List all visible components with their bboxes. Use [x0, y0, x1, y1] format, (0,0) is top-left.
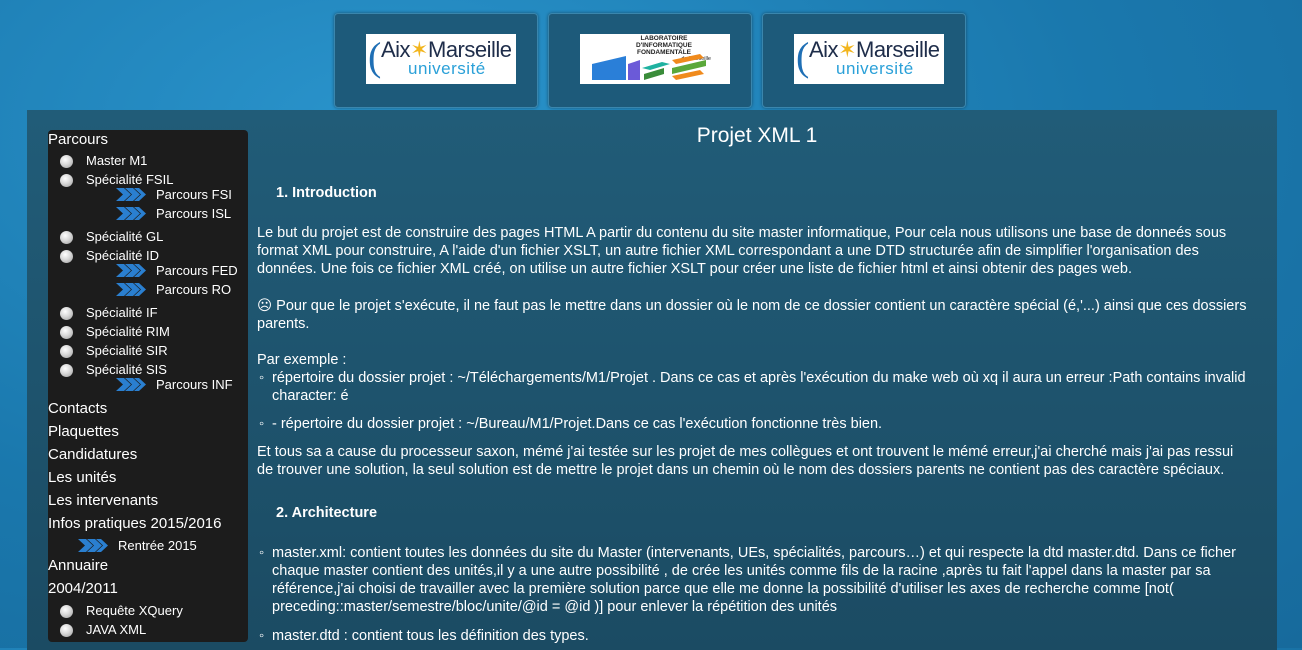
lif-logo[interactable]: LABORATOIRE D'INFORMATIQUE FONDAMENTALE … [580, 34, 730, 84]
menu-specialite-sir[interactable]: Spécialité SIR [60, 343, 168, 358]
menu-plaquettes[interactable]: Plaquettes [48, 423, 119, 440]
main-panel: Parcours Master M1 Spécialité FSIL Parco… [27, 110, 1277, 650]
bullet-icon [60, 307, 73, 320]
menu-requete-xquery[interactable]: Requête XQuery [60, 603, 183, 618]
bullet-icon [60, 364, 73, 377]
list-item: ◦ répertoire du dossier projet : ~/Téléc… [259, 370, 1246, 404]
bullet-icon [60, 326, 73, 339]
bullet-icon [60, 624, 73, 637]
bullet-icon: ◦ [259, 545, 265, 561]
double-chevron-icon [116, 188, 146, 201]
menu-rentree[interactable]: Rentrée 2015 [78, 538, 197, 553]
menu-specialite-rim[interactable]: Spécialité RIM [60, 324, 170, 339]
menu-specialite-gl[interactable]: Spécialité GL [60, 229, 163, 244]
bullet-icon [60, 605, 73, 618]
bullet-icon [60, 231, 73, 244]
menu-master-m1[interactable]: Master M1 [60, 153, 147, 168]
menu-specialite-id[interactable]: Spécialité ID [60, 248, 159, 263]
menu-parcours-inf[interactable]: Parcours INF [116, 377, 233, 392]
sidebar-menu: Parcours Master M1 Spécialité FSIL Parco… [48, 130, 248, 642]
menu-specialite-sis[interactable]: Spécialité SIS [60, 362, 167, 377]
page-title: Projet XML 1 [696, 124, 818, 147]
bullet-icon [60, 174, 73, 187]
logo-box-amu-left: ( Aix✶Marseille université [334, 13, 538, 108]
paragraph-example: Par exemple : [257, 352, 347, 368]
menu-year[interactable]: 2004/2011 [48, 580, 118, 597]
menu-parcours-fed[interactable]: Parcours FED [116, 263, 238, 278]
section-heading-architecture: 2. Architecture [276, 505, 378, 521]
double-chevron-icon [78, 539, 108, 552]
amu-logo[interactable]: ( Aix✶Marseille université [366, 34, 516, 84]
section-heading-introduction: 1. Introduction [276, 185, 377, 201]
bullet-icon [60, 250, 73, 263]
menu-java-xml[interactable]: JAVA XML [60, 622, 146, 637]
menu-parcours[interactable]: Parcours [48, 131, 108, 148]
menu-intervenants[interactable]: Les intervenants [48, 492, 158, 509]
lif-graphic [592, 54, 706, 80]
bullet-icon [60, 155, 73, 168]
bullet-icon [60, 345, 73, 358]
amu-logo[interactable]: ( Aix✶Marseille université [794, 34, 944, 84]
menu-annuaire[interactable]: Annuaire [48, 557, 108, 574]
menu-candidatures[interactable]: Candidatures [48, 446, 137, 463]
menu-specialite-fsil[interactable]: Spécialité FSIL [60, 172, 173, 187]
menu-unites[interactable]: Les unités [48, 469, 116, 486]
double-chevron-icon [116, 264, 146, 277]
menu-parcours-fsi[interactable]: Parcours FSI [116, 187, 232, 202]
bullet-icon: ◦ [259, 370, 265, 386]
paragraph-saxon: Et tous sa a cause du processeur saxon, … [257, 444, 1234, 478]
double-chevron-icon [116, 207, 146, 220]
menu-infos-pratiques[interactable]: Infos pratiques 2015/2016 [48, 515, 221, 532]
list-item: ◦ master.dtd : contient tous les définit… [259, 628, 589, 644]
paragraph-warning: ☹ Pour que le projet s'exécute, il ne fa… [257, 298, 1247, 332]
menu-parcours-isl[interactable]: Parcours ISL [116, 206, 231, 221]
menu-parcours-ro[interactable]: Parcours RO [116, 282, 231, 297]
double-chevron-icon [116, 378, 146, 391]
paragraph-intro: Le but du projet est de construire des p… [257, 225, 1227, 277]
bullet-icon: ◦ [259, 416, 265, 432]
double-chevron-icon [116, 283, 146, 296]
menu-contacts[interactable]: Contacts [48, 400, 107, 417]
list-item: ◦ master.xml: contient toutes les donnée… [259, 545, 1236, 615]
menu-specialite-if[interactable]: Spécialité IF [60, 305, 158, 320]
logo-box-lif: LABORATOIRE D'INFORMATIQUE FONDAMENTALE … [548, 13, 752, 108]
list-item: ◦ - répertoire du dossier projet : ~/Bur… [259, 416, 883, 432]
logo-box-amu-right: ( Aix✶Marseille université [762, 13, 966, 108]
bullet-icon: ◦ [259, 628, 265, 644]
